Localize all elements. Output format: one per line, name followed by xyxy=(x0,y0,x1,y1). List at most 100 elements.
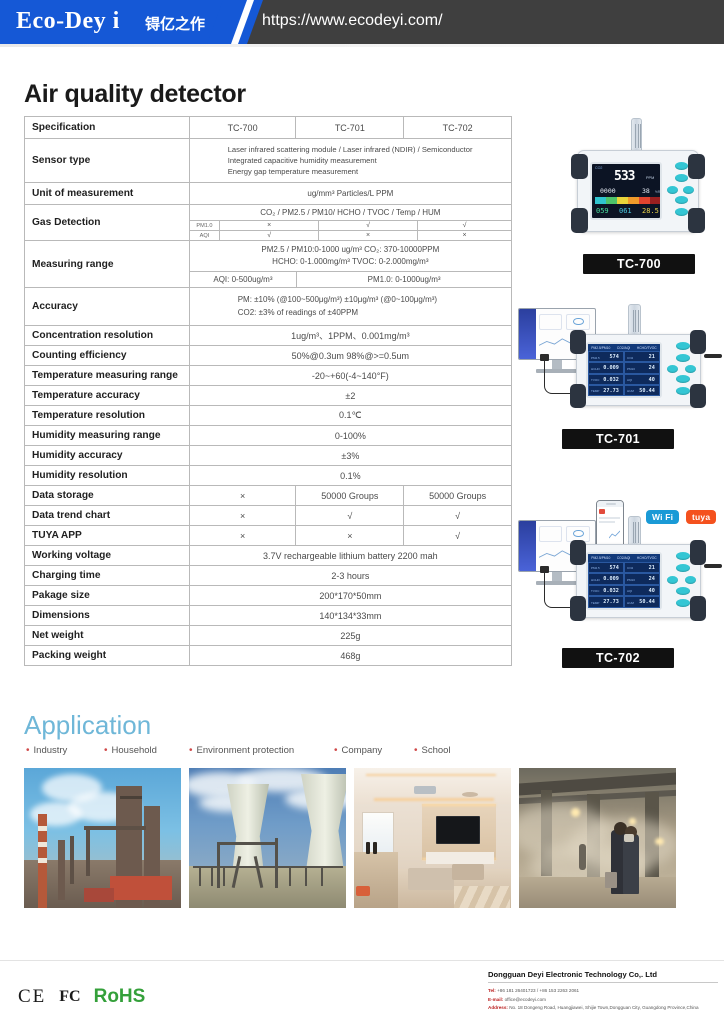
left-button[interactable] xyxy=(667,365,678,373)
screen-value-3: 28.5 xyxy=(642,207,659,215)
left-button[interactable] xyxy=(667,576,678,584)
website-url[interactable]: https://www.ecodeyi.com/ xyxy=(262,12,443,30)
right-button[interactable] xyxy=(685,576,696,584)
gas-pm10-tc702: √ xyxy=(417,220,511,231)
gas-matrix: PM1.0 × √ √ AQI √ × × xyxy=(189,220,511,240)
power-button[interactable] xyxy=(675,162,688,170)
right-button[interactable] xyxy=(685,365,696,373)
column-header-spec: Specification xyxy=(24,116,190,139)
ok-button[interactable] xyxy=(675,196,688,204)
bumper-bottom-left xyxy=(571,208,588,233)
table-row: Measuring range PM2.5 / PM10:0-1000 ug/m… xyxy=(24,240,513,288)
gas-aqi-tc701: × xyxy=(318,230,419,240)
product-caption-tc700: TC-700 xyxy=(583,254,695,274)
ok-button[interactable] xyxy=(676,587,690,595)
row-value-humidity-accuracy: ±3% xyxy=(188,445,513,466)
table-row: Working voltage 3.7V rechargeable lithiu… xyxy=(24,545,513,566)
row-value-temp-range: -20~+60(-4~140°F) xyxy=(188,365,513,386)
smartphone-tc702 xyxy=(596,500,624,548)
company-name: Dongguan Deyi Electronic Technology Co,.… xyxy=(488,970,658,979)
column-header-tc702: TC-702 xyxy=(403,116,512,139)
reading-cell: CO2 21 xyxy=(624,351,660,363)
row-label-data-trend-chart: Data trend chart xyxy=(24,505,190,526)
row-value-temp-resolution: 0.1℃ xyxy=(188,405,513,426)
monitor-chart-panel-1 xyxy=(538,526,562,542)
row-label-packing-weight: Packing weight xyxy=(24,645,190,666)
product-card-tc700: CO2 533 PPM 0000 38 %RH 059 061 28.5 TC-… xyxy=(565,118,713,274)
photo-living-room xyxy=(354,768,511,908)
row-label-measuring-range: Measuring range xyxy=(24,240,190,288)
row-label-accuracy: Accuracy xyxy=(24,287,190,326)
row-label-gas-detection: Gas Detection xyxy=(24,204,190,241)
row-label-humidity-accuracy: Humidity accuracy xyxy=(24,445,190,466)
data-trend-tc701: √ xyxy=(295,505,405,526)
app-tag-school: School xyxy=(414,745,451,756)
tuya-app-tc701: × xyxy=(295,525,405,546)
row-label-temp-resolution: Temperature resolution xyxy=(24,405,190,426)
row-value-measuring-range: PM2.5 / PM10:0-1000 ug/m³ CO₂: 370-10000… xyxy=(188,240,513,288)
row-value-unit: ug/mm³ Particles/L PPM xyxy=(188,182,513,205)
bumper-top-left xyxy=(570,330,586,354)
data-storage-tc701: 50000 Groups xyxy=(295,485,405,506)
menu-button[interactable] xyxy=(676,354,690,362)
menu-button[interactable] xyxy=(676,564,690,572)
company-address-row: Address: No. 18 Dongeng Road, Huangjiawe… xyxy=(488,1004,718,1013)
back-button[interactable] xyxy=(676,599,690,607)
data-trend-tc700: × xyxy=(188,505,297,526)
column-header-tc701: TC-701 xyxy=(295,116,405,139)
certification-logos: CE FC RoHS xyxy=(18,986,145,1008)
ok-button[interactable] xyxy=(676,375,690,383)
table-row: Dimensions 140*134*33mm xyxy=(24,605,513,626)
power-button[interactable] xyxy=(676,552,690,560)
company-info: Dongguan Deyi Electronic Technology Co,.… xyxy=(488,970,718,1013)
screen-tab-2: HCHO/TVOC xyxy=(636,345,657,350)
table-row: Humidity measuring range 0-100% xyxy=(24,425,513,446)
reading-cell: TVOC 0.032 xyxy=(588,373,624,385)
row-label-charging-time: Charging time xyxy=(24,565,190,586)
table-row: Data trend chart × √ √ xyxy=(24,505,512,526)
screen-value-2: 061 xyxy=(619,207,632,215)
company-tel-row: Tel: +86 181 26401723 / +86 153 2263 206… xyxy=(488,987,718,996)
power-button[interactable] xyxy=(676,342,690,350)
email-label: E-mail: xyxy=(488,996,504,1002)
back-button[interactable] xyxy=(675,208,688,216)
right-button[interactable] xyxy=(683,186,694,194)
reading-cell: HCHO 0.009 xyxy=(588,573,624,585)
application-tags: Industry Household Environment protectio… xyxy=(24,745,494,761)
row-label-humidity-resolution: Humidity resolution xyxy=(24,465,190,486)
table-row: Packing weight 468g xyxy=(24,645,513,666)
reading-cell: PM10 24 xyxy=(624,362,660,374)
bumper-bottom-left xyxy=(570,596,586,621)
screen-content: CO2 533 PPM 0000 38 %RH 059 061 28.5 xyxy=(592,164,660,218)
row-value-working-voltage: 3.7V rechargeable lithium battery 2200 m… xyxy=(188,545,513,566)
button-pad-tc701[interactable] xyxy=(666,342,698,398)
row-value-sensor-type: Laser infrared scattering module / Laser… xyxy=(188,138,513,183)
row-label-unit: Unit of measurement xyxy=(24,182,190,205)
column-header-tc700: TC-700 xyxy=(188,116,297,139)
left-button[interactable] xyxy=(667,186,678,194)
table-row: Gas Detection CO₂ / PM2.5 / PM10/ HCHO /… xyxy=(24,204,513,241)
reading-cell: PM2.5 574 xyxy=(588,561,624,574)
row-value-gas-detection: CO₂ / PM2.5 / PM10/ HCHO / TVOC / Temp /… xyxy=(188,204,513,241)
device-tc702: Wi Fi tuya PM2.5/PM10 CO2/AQI HCHO/TVOC … xyxy=(518,478,722,646)
email-value[interactable]: office@ecodeyi.com xyxy=(505,997,546,1002)
screen-co2-value: 533 xyxy=(614,169,636,184)
photo-smoggy-street xyxy=(519,768,676,908)
address-label: Address: xyxy=(488,1005,508,1011)
row-value-charging-time: 2-3 hours xyxy=(188,565,513,586)
photo-cooling-towers xyxy=(189,768,346,908)
aqi-color-bar xyxy=(595,197,660,204)
screen-tab-0: PM2.5/PM10 xyxy=(591,555,611,560)
row-label-data-storage: Data storage xyxy=(24,485,190,506)
back-button[interactable] xyxy=(676,387,690,395)
button-pad-tc700[interactable] xyxy=(665,162,695,220)
reading-cell: HCHO 0.009 xyxy=(588,362,624,374)
row-label-temp-range: Temperature measuring range xyxy=(24,365,190,386)
menu-button[interactable] xyxy=(675,174,688,182)
row-value-humidity-resolution: 0.1% xyxy=(188,465,513,486)
table-row: Temperature resolution 0.1℃ xyxy=(24,405,513,426)
row-label-counting-efficiency: Counting efficiency xyxy=(24,345,190,366)
monitor-sidebar xyxy=(519,309,536,359)
button-pad-tc702[interactable] xyxy=(666,552,698,610)
tel-label: Tel: xyxy=(488,988,496,993)
